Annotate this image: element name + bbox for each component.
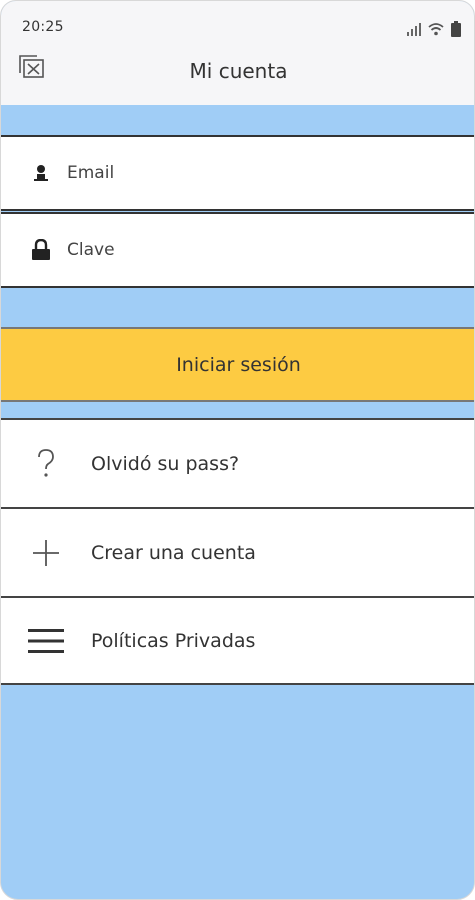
menu-item-privacy-policy[interactable]: Políticas Privadas	[1, 596, 474, 685]
user-icon	[27, 161, 55, 185]
password-field[interactable]	[67, 230, 447, 270]
signal-icon	[407, 23, 421, 36]
status-icons	[406, 21, 462, 37]
password-row[interactable]	[1, 212, 474, 288]
app-screen: 20:25 Mi cuenta Email Iniciar sesión Olv…	[0, 0, 475, 900]
email-row[interactable]	[1, 135, 474, 211]
question-icon	[28, 446, 64, 482]
plus-icon	[28, 535, 64, 571]
menu-item-label: Crear una cuenta	[91, 541, 256, 564]
email-field[interactable]	[67, 153, 447, 193]
menu-lines-icon	[28, 623, 64, 659]
menu-item-forgot-password[interactable]: Olvidó su pass?	[1, 418, 474, 507]
top-bar: 20:25 Mi cuenta	[1, 1, 474, 105]
battery-icon	[451, 21, 461, 37]
login-button[interactable]: Iniciar sesión	[1, 327, 474, 402]
menu-item-create-account[interactable]: Crear una cuenta	[1, 507, 474, 596]
status-time: 20:25	[22, 19, 64, 35]
lock-icon	[27, 238, 55, 262]
menu-item-label: Políticas Privadas	[91, 629, 256, 652]
menu-item-label: Olvidó su pass?	[91, 452, 240, 475]
page-title: Mi cuenta	[189, 59, 288, 83]
wifi-icon	[428, 23, 444, 36]
